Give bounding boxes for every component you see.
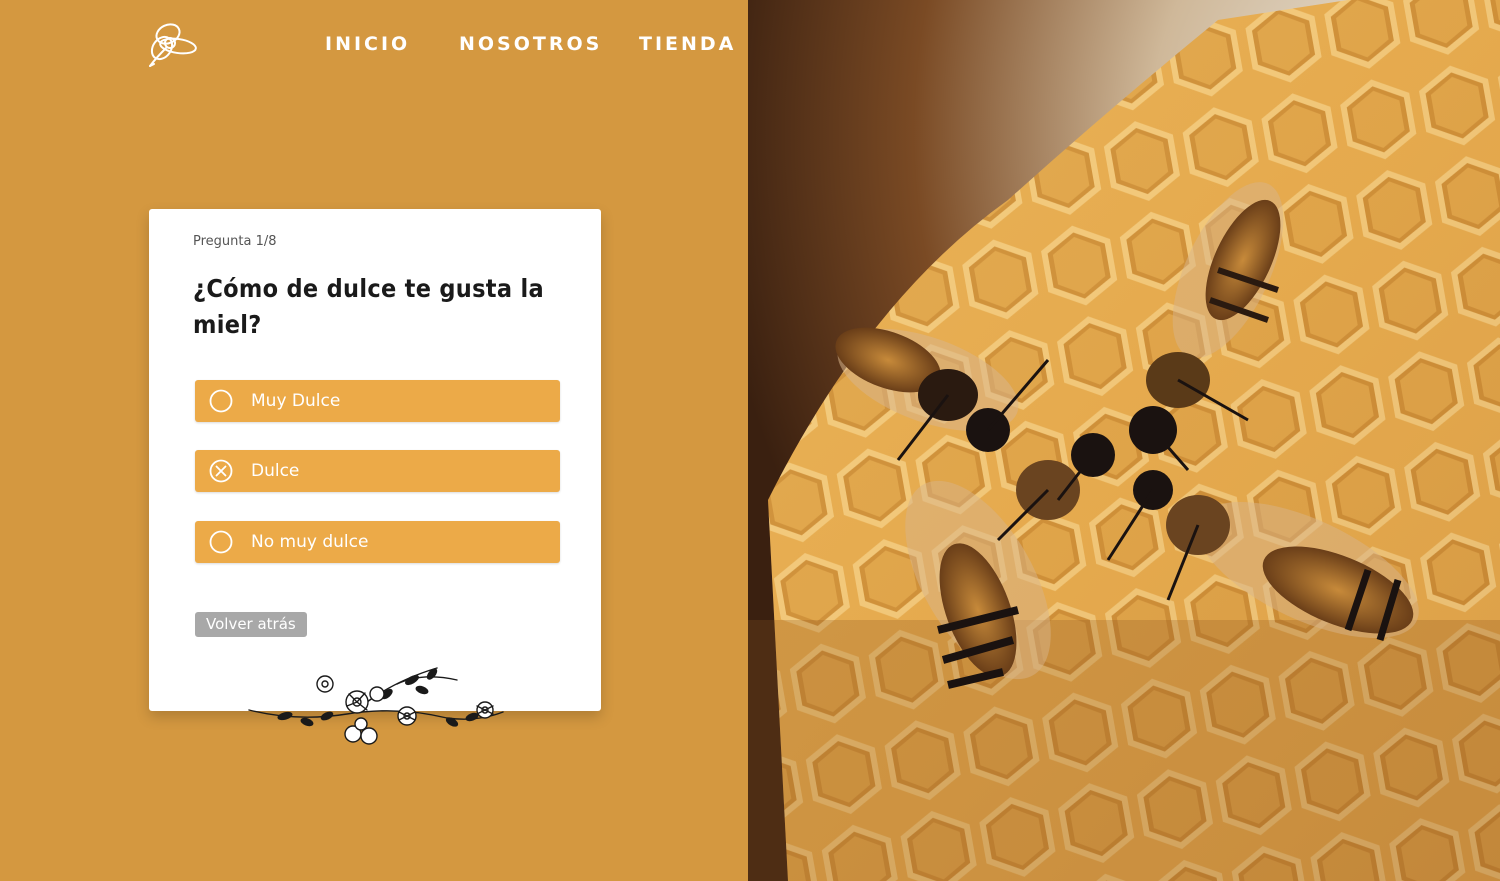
nav-inicio[interactable]: INICIO	[325, 33, 410, 55]
radio-empty-icon	[209, 389, 233, 413]
quiz-card: Pregunta 1/8 ¿Cómo de dulce te gusta la …	[149, 209, 601, 711]
option-label: Muy Dulce	[251, 391, 341, 411]
option-label: Dulce	[251, 461, 300, 481]
back-button[interactable]: Volver atrás	[195, 612, 307, 637]
page: INICIO NOSOTROS TIENDA Pregunta 1/8 ¿Cóm…	[0, 0, 1500, 881]
floral-decoration-icon	[247, 662, 505, 752]
option-no-muy-dulce[interactable]: No muy dulce	[195, 521, 560, 563]
main-nav: INICIO NOSOTROS TIENDA	[0, 33, 748, 63]
option-muy-dulce[interactable]: Muy Dulce	[195, 380, 560, 422]
nav-tienda[interactable]: TIENDA	[639, 33, 736, 55]
radio-empty-icon	[209, 530, 233, 554]
hero-photo	[748, 0, 1500, 881]
question-title: ¿Cómo de dulce te gusta la miel?	[193, 274, 544, 339]
option-dulce[interactable]: Dulce	[195, 450, 560, 492]
radio-x-icon	[209, 459, 233, 483]
nav-nosotros[interactable]: NOSOTROS	[459, 33, 602, 55]
option-label: No muy dulce	[251, 532, 369, 552]
question-counter: Pregunta 1/8	[193, 234, 277, 249]
left-panel: INICIO NOSOTROS TIENDA Pregunta 1/8 ¿Cóm…	[0, 0, 748, 881]
